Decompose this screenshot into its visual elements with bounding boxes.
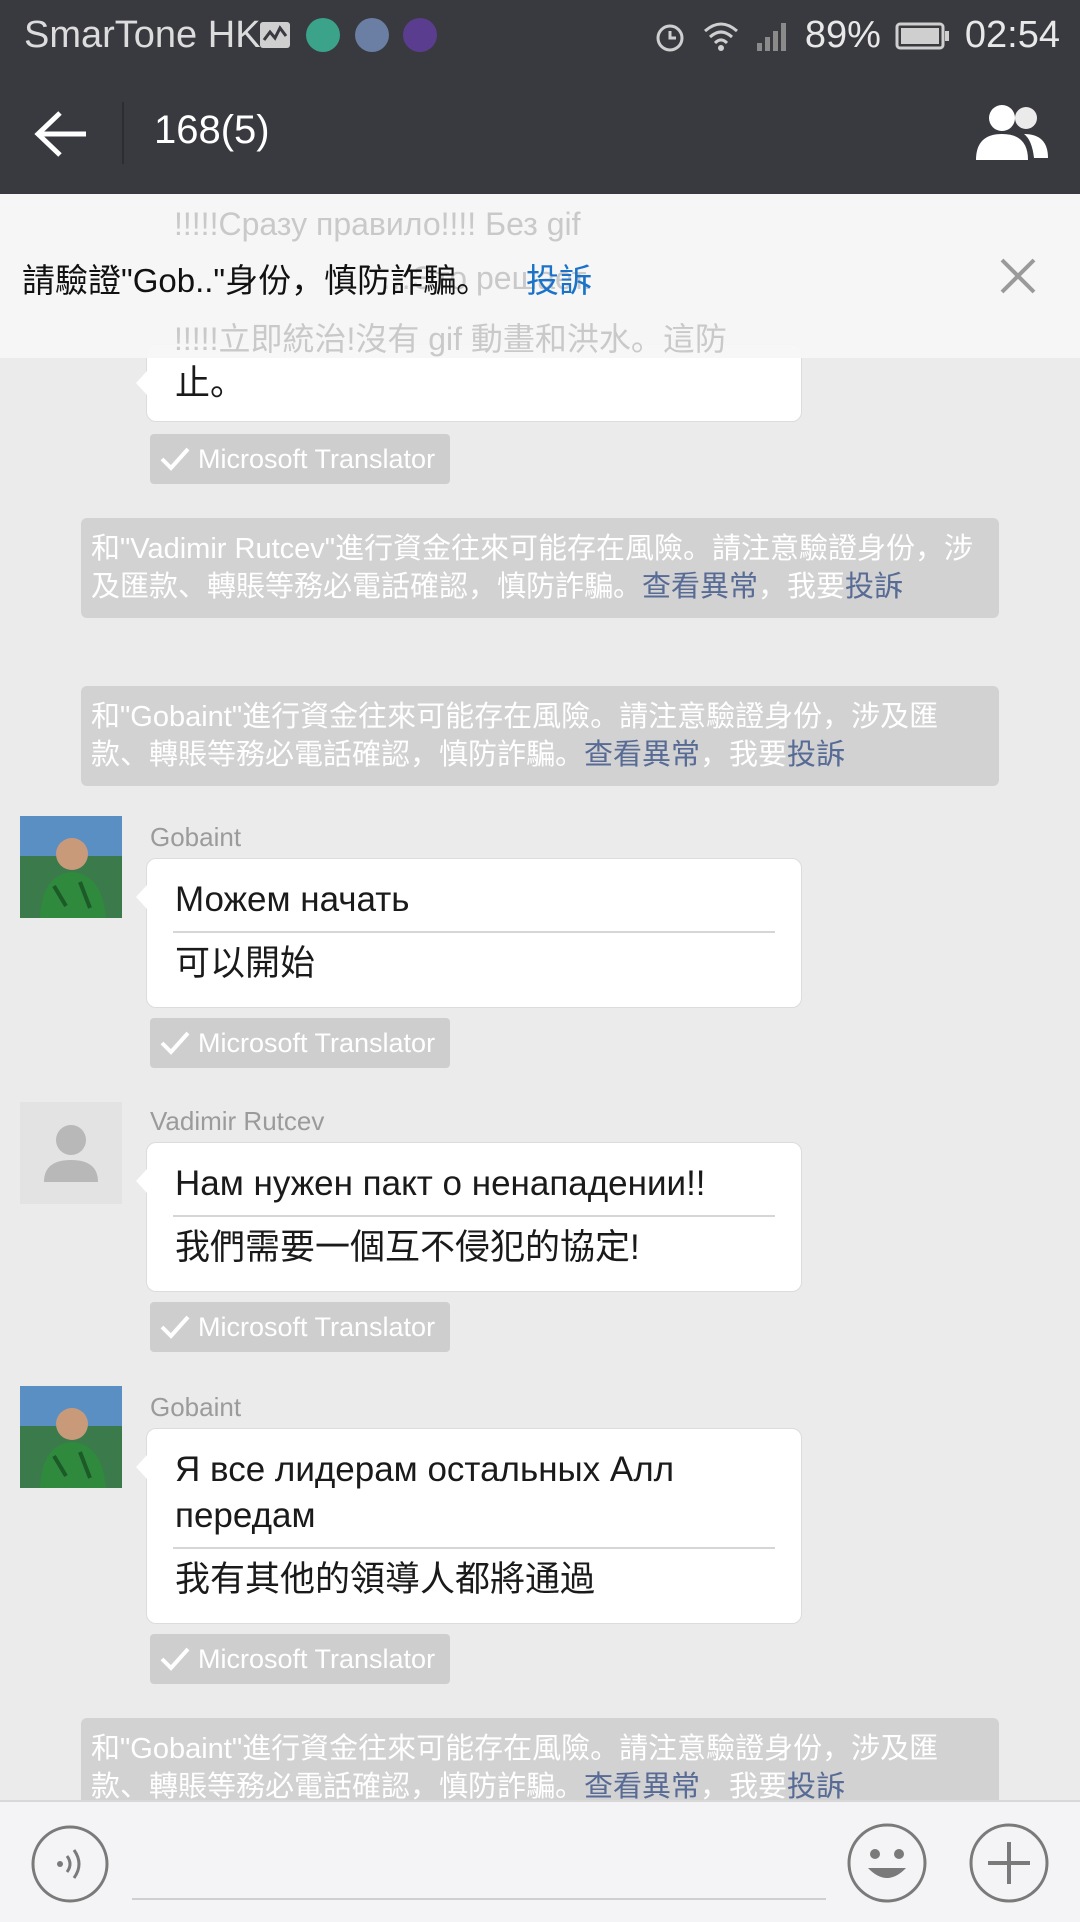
obscured-message-line: !!!!!Сразу правило!!!! Без gif [174,206,581,242]
status-right: 89% 02:54 [653,14,1060,57]
game-app-icon [354,18,389,52]
plus-icon[interactable] [968,1822,1050,1904]
emoji-icon[interactable] [846,1822,928,1904]
header-divider [122,102,124,164]
message-bubble[interactable]: Нам нужен пакт о ненападении!! 我們需要一個互不侵… [136,1142,802,1292]
translator-label: Microsoft Translator [198,1311,436,1342]
message-bubble[interactable]: Я все лидерам остальных Алл передам 我有其他… [136,1428,802,1624]
message-list[interactable]: 止。 Microsoft Translator 和"Vadimir Rutcev… [0,194,1080,1800]
risk-warning-note: 和"Vadimir Rutcev"進行資金往來可能存在風險。請注意驗證身份，涉及… [81,518,999,618]
risk-warning-sep: ，我要 [700,739,788,771]
battery-percent: 89% [804,14,881,56]
complain-link[interactable]: 投訴 [787,739,845,771]
chat-header: 168(5) [0,72,1080,194]
sender-name: Vadimir Rutcev [150,1106,325,1136]
message-bubble[interactable]: Можем начать 可以開始 [136,858,802,1008]
signal-icon [756,22,786,51]
complain-link[interactable]: 投訴 [787,1771,845,1800]
chat-title: 168(5) [154,108,270,152]
default-avatar[interactable] [20,1102,122,1204]
sender-name: Gobaint [150,1392,242,1422]
input-bar [0,1800,1080,1922]
risk-warning-note: 和"Gobaint"進行資金往來可能存在風險。請注意驗證身份，涉及匯款、轉賬等務… [81,686,999,786]
translator-label: Microsoft Translator [198,1027,436,1058]
translator-label: Microsoft Translator [198,1643,436,1674]
check-icon [160,447,190,471]
view-abnormal-link[interactable]: 查看異常 [584,1771,700,1800]
risk-warning-sep: ，我要 [700,1771,788,1800]
banner-complain-link[interactable]: 投訴 [526,254,592,302]
message-translation: 可以開始 [175,944,316,983]
risk-warning-note: 和"Gobaint"進行資金往來可能存在風險。請注意驗證身份，涉及匯款、轉賬等務… [81,1718,999,1800]
obscured-message-line: !!!!!立即統治!沒有 gif 動畫和洪水。這防 [174,321,727,357]
translator-badge: Microsoft Translator [150,1302,450,1352]
view-abnormal-link[interactable]: 查看異常 [642,571,758,603]
message-original: Нам нужен пакт о ненападении!! [175,1164,706,1203]
activity-icon [260,22,290,48]
close-icon[interactable] [998,256,1038,296]
view-abnormal-link[interactable]: 查看異常 [584,739,700,771]
carrier-name: SmarTone HK [24,14,261,56]
translator-label: Microsoft Translator [198,443,436,474]
message-translation: 我們需要一個互不侵犯的協定! [175,1228,640,1267]
check-icon [160,1647,190,1671]
banner-text: 請驗證"Gob.."身份，慎防詐騙。 [22,262,490,299]
message-original: Я все лидерам остальных Алл передам [175,1450,675,1535]
status-bar: SmarTone HK 89% 02:54 [0,0,1080,72]
alarm-icon [656,24,684,51]
message-input[interactable] [132,1898,826,1900]
translator-badge: Microsoft Translator [150,1018,450,1068]
translator-badge: Microsoft Translator [150,434,450,484]
message-original: Можем начать [175,880,410,919]
battery-icon [895,22,949,49]
app-icon [403,18,438,52]
complain-link[interactable]: 投訴 [845,571,903,603]
voice-input-icon[interactable] [30,1824,110,1904]
check-icon [160,1315,190,1339]
message-translation: 我有其他的領導人都將通過 [175,1560,596,1599]
wifi-icon [703,22,738,51]
verify-identity-banner: !!!!!Сразу правило!!!! Без gif …Это реша… [0,194,1080,358]
clock-time: 02:54 [964,14,1060,56]
group-members-icon[interactable] [974,102,1050,162]
avatar[interactable] [20,1386,122,1488]
notification-icons [258,18,447,52]
avatar[interactable] [20,816,122,918]
sender-name: Gobaint [150,822,242,852]
translator-badge: Microsoft Translator [150,1634,450,1684]
check-icon [160,1031,190,1055]
back-arrow-icon[interactable] [30,107,94,161]
android-icon [306,18,341,52]
risk-warning-sep: ，我要 [758,571,846,603]
